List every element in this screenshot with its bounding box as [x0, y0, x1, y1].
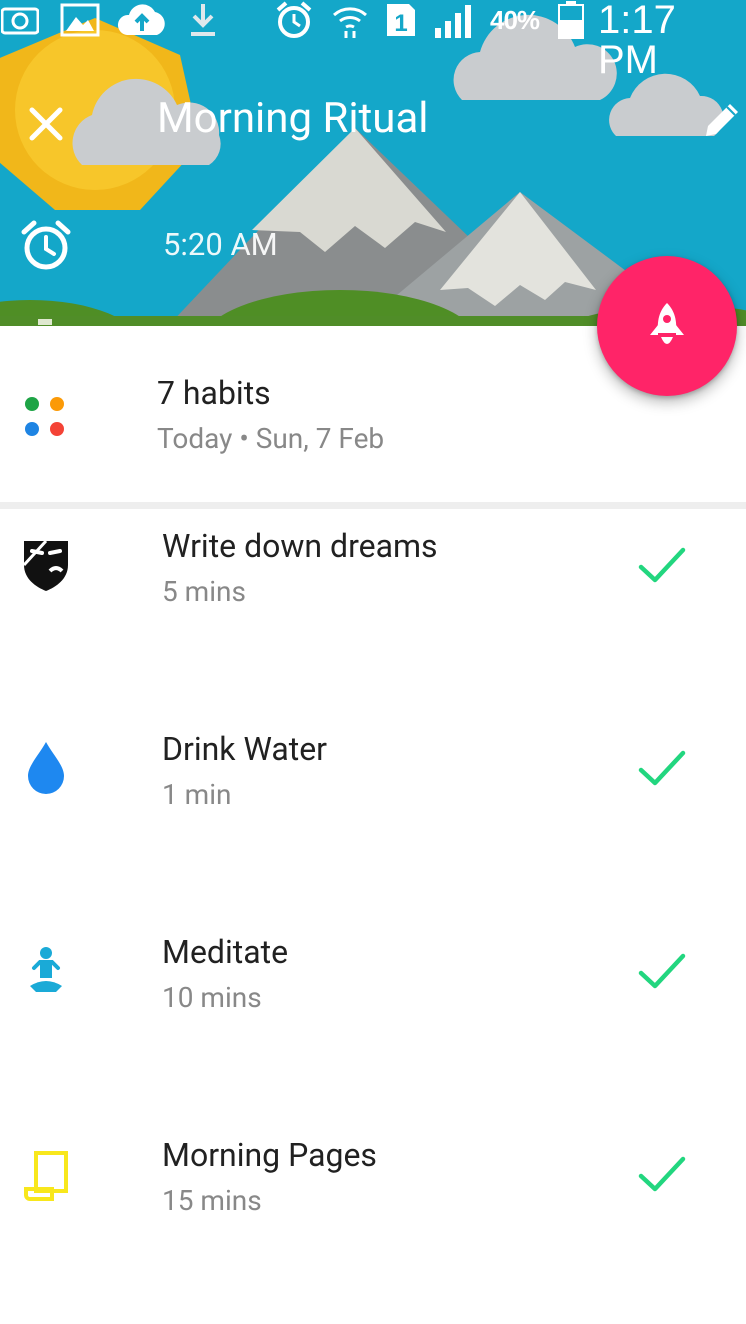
cloud-upload-icon	[116, 0, 168, 40]
sim-slot-number: 1	[394, 10, 407, 37]
habit-duration: 15 mins	[162, 1184, 262, 1217]
habit-done-checkmark[interactable]	[634, 1152, 690, 1196]
habit-row-write-down-dreams[interactable]: Write down dreams 5 mins	[0, 509, 746, 712]
battery-percent: 40%	[490, 5, 540, 35]
alarm-status-icon	[272, 0, 316, 40]
gallery-icon	[58, 0, 102, 40]
theater-mask-icon	[16, 534, 76, 594]
page-title: Morning Ritual	[157, 94, 429, 143]
screenshot-icon	[0, 0, 40, 40]
alarm-time[interactable]: 5:20 AM	[163, 226, 278, 263]
habit-done-checkmark[interactable]	[634, 746, 690, 790]
checkmark-icon	[638, 750, 686, 786]
wifi-icon	[330, 0, 370, 40]
status-bar: 1 40% 1:17 PM	[0, 0, 746, 82]
habit-name: Meditate	[162, 933, 289, 971]
habit-row-morning-pages[interactable]: Morning Pages 15 mins	[0, 1118, 746, 1321]
water-drop-icon	[16, 738, 76, 798]
meditation-icon	[16, 941, 76, 1001]
habit-duration: 1 min	[162, 778, 232, 811]
close-icon	[29, 107, 63, 141]
status-time: 1:17 PM	[598, 0, 676, 82]
rocket-icon	[650, 303, 684, 344]
dot-orange	[50, 397, 64, 411]
signal-strength-icon	[432, 0, 478, 40]
habit-count: 7 habits	[157, 374, 271, 412]
dot-red	[50, 422, 64, 436]
habit-row-meditate[interactable]: Meditate 10 mins	[0, 915, 746, 1118]
habit-done-checkmark[interactable]	[634, 949, 690, 993]
dot-green	[25, 397, 39, 411]
habit-name: Morning Pages	[162, 1136, 377, 1174]
habit-name: Drink Water	[162, 730, 328, 768]
download-icon	[186, 0, 220, 40]
checkmark-icon	[638, 1156, 686, 1192]
start-routine-fab[interactable]	[597, 256, 737, 396]
alarm-button[interactable]	[18, 218, 74, 274]
sim-slot-icon: 1	[384, 0, 418, 40]
edit-button[interactable]	[694, 92, 746, 148]
scroll-icon	[16, 1146, 76, 1206]
routine-date: Today • Sun, 7 Feb	[157, 422, 385, 455]
section-divider	[0, 502, 746, 509]
habit-done-checkmark[interactable]	[634, 543, 690, 587]
habits-dots-icon	[24, 396, 68, 440]
dot-blue	[25, 422, 39, 436]
pencil-icon	[706, 104, 738, 136]
habit-row-drink-water[interactable]: Drink Water 1 min	[0, 712, 746, 915]
habit-duration: 5 mins	[162, 575, 246, 608]
habit-name: Write down dreams	[162, 527, 438, 565]
habit-duration: 10 mins	[162, 981, 262, 1014]
battery-icon	[556, 0, 586, 40]
checkmark-icon	[638, 953, 686, 989]
checkmark-icon	[638, 547, 686, 583]
scroll-indicator	[38, 319, 52, 325]
close-button[interactable]	[18, 96, 74, 152]
alarm-clock-icon	[21, 220, 71, 270]
